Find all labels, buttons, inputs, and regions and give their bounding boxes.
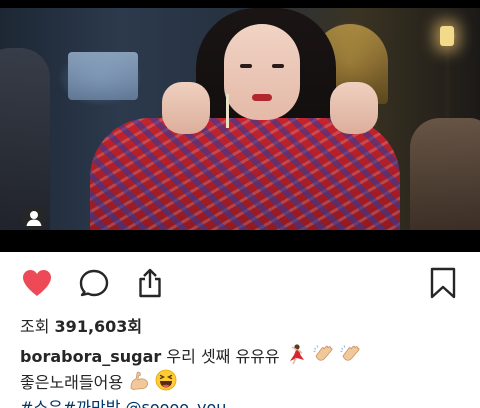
side-dancer-left [0, 48, 50, 230]
comment-button[interactable] [77, 266, 111, 300]
dancer-earring [226, 94, 229, 128]
dancer-lips [252, 94, 272, 101]
hashtag-link[interactable]: #까만밤 [63, 398, 121, 408]
dancer-eye-left [240, 64, 252, 68]
caption-line-3: #소유#까만밤 @soooo_you [20, 395, 470, 408]
person-icon[interactable] [22, 206, 46, 230]
share-upload-icon [139, 268, 161, 298]
share-button[interactable] [133, 266, 167, 300]
post-caption: borabora_sugar 우리 셋째 유유유 좋은노래들어용 #소유#까만밤… [20, 343, 470, 408]
side-dancer-right [410, 118, 480, 230]
bookmark-button[interactable] [426, 266, 460, 300]
dancer-emoji [289, 344, 304, 365]
caption-line-1: borabora_sugar 우리 셋째 유유유 [20, 343, 470, 369]
background-sign [68, 52, 138, 100]
dancer-jacket [90, 118, 400, 230]
action-bar [0, 266, 480, 308]
caption-text-line2: 좋은노래들어용 [20, 373, 124, 392]
dancer-eye-right [272, 64, 284, 68]
dancer-face [224, 24, 300, 120]
view-count-value: 391,603회 [54, 317, 143, 336]
view-count-label: 조회 [20, 317, 50, 336]
heart-icon [23, 270, 51, 296]
clapping-hands-emoji [313, 345, 333, 361]
dancer-fist-left [162, 82, 210, 134]
mention-link[interactable]: @soooo_you [126, 398, 227, 408]
laughing-face-emoji [155, 369, 177, 391]
dancer-fist-right [330, 82, 378, 134]
caption-text-line1: 우리 셋째 유유유 [166, 347, 280, 366]
video-letterbox-bottom [0, 230, 480, 252]
video-frame [0, 8, 480, 230]
background-lamp [440, 26, 454, 46]
speech-bubble-icon [79, 269, 109, 297]
bookmark-icon [430, 267, 456, 299]
post-video[interactable] [0, 0, 480, 252]
caption-line-2: 좋은노래들어용 [20, 369, 470, 395]
instagram-post: 조회 391,603회 borabora_sugar 우리 셋째 유유유 좋은노… [0, 0, 480, 408]
like-button[interactable] [20, 266, 54, 300]
hashtag-link[interactable]: #소유 [20, 398, 63, 408]
caption-username[interactable]: borabora_sugar [20, 347, 161, 366]
view-count: 조회 391,603회 [20, 314, 142, 340]
clapping-hands-emoji [340, 345, 360, 361]
flexed-biceps-emoji [130, 371, 149, 390]
